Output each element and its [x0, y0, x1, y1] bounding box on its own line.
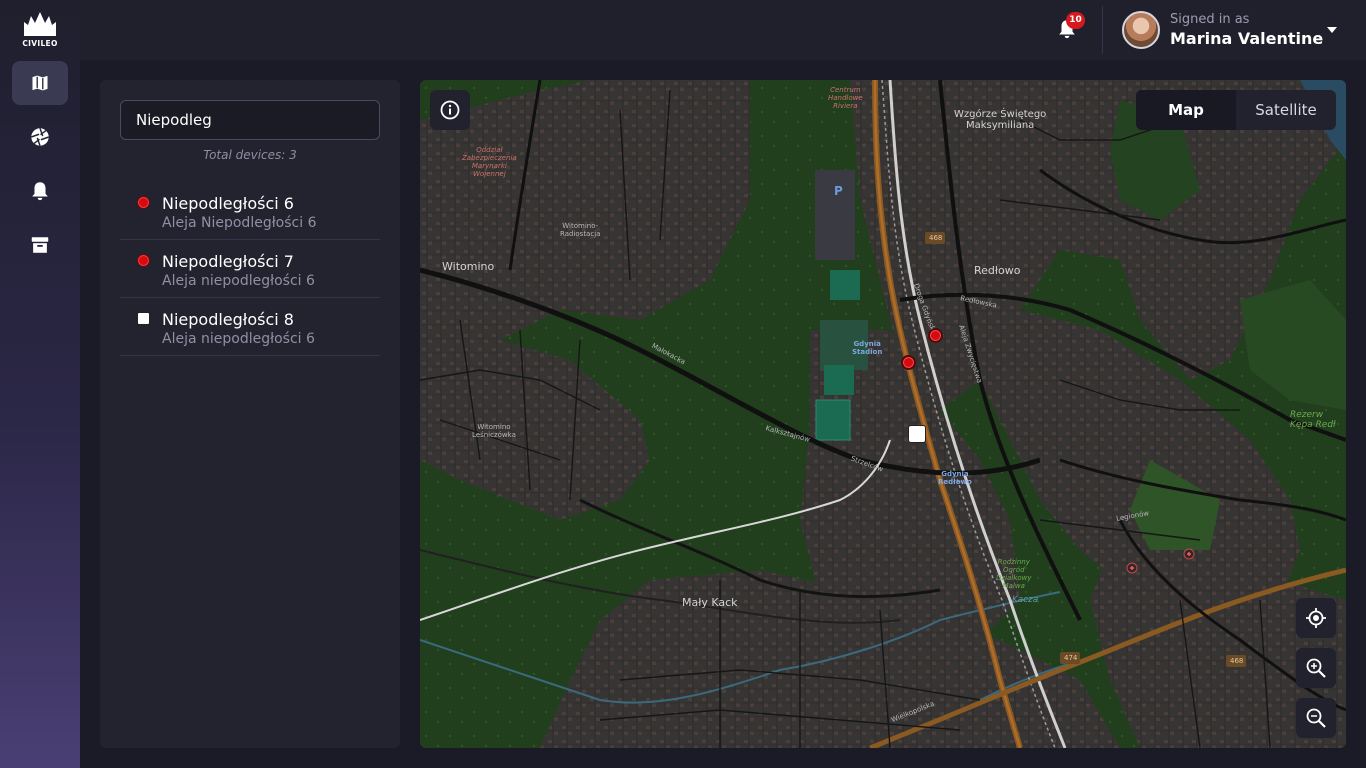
map-label-centrum: Centrum Handlowe Riviera [828, 86, 863, 110]
map-tiles[interactable] [420, 80, 1346, 748]
header-divider [1102, 6, 1103, 54]
device-name: Niepodległości 6 [162, 194, 294, 213]
my-location-button[interactable] [1296, 598, 1336, 638]
map-view[interactable]: Witomino Witomino- Radiostacja Witomino … [420, 80, 1346, 748]
parking-label: P [834, 184, 843, 198]
map-label-gdynia-redlowo: Gdynia Redłowo [938, 470, 972, 486]
total-devices-count: Total devices: 3 [203, 148, 297, 162]
device-address: Aleja niepodległości 6 [162, 273, 315, 289]
road-shield-474: 474 [1064, 654, 1078, 662]
map-label-oddzial: Oddział Zabezpieczenia Marynarki Wojenne… [462, 146, 517, 178]
device-list: Niepodległości 6 Aleja Niepodległości 6 … [120, 182, 380, 356]
notification-count-badge: 10 [1066, 12, 1085, 29]
logo-text: CIVILEO [22, 39, 58, 48]
user-avatar[interactable] [1122, 11, 1160, 49]
device-name: Niepodległości 7 [162, 252, 294, 271]
zoom-out-button[interactable] [1296, 698, 1336, 738]
sidebar-item-archive[interactable] [12, 223, 68, 267]
civileo-logo[interactable]: CIVILEO [18, 10, 62, 52]
map-label-witomino-lesniczowka: Witomino Leśniczówka [472, 423, 516, 439]
device-address: Aleja niepodległości 6 [162, 331, 315, 347]
chevron-down-icon[interactable] [1326, 25, 1338, 35]
map-label-redlowo: Redłowo [974, 264, 1021, 277]
road-shield-468b: 468 [1230, 657, 1244, 665]
sidebar-item-camera[interactable] [12, 115, 68, 159]
status-white-square-icon [137, 312, 150, 325]
device-item[interactable]: Niepodległości 6 Aleja Niepodległości 6 [120, 182, 380, 240]
map-label-witomino-radiostacja: Witomino- Radiostacja [560, 222, 601, 238]
map-icon [31, 73, 49, 93]
map-info-button[interactable] [430, 90, 470, 130]
sidebar-item-notifications[interactable] [12, 169, 68, 213]
sidebar-item-map[interactable] [12, 61, 68, 105]
device-search-input[interactable] [120, 100, 380, 140]
map-label-rezerwat: Rezerw Kępa Redł [1290, 410, 1336, 430]
status-red-dot-icon [137, 196, 150, 209]
bell-icon [32, 182, 48, 201]
signed-in-label: Signed in as [1170, 12, 1250, 27]
crosshair-location-icon [1306, 608, 1326, 628]
zoom-in-button[interactable] [1296, 648, 1336, 688]
map-marker-device-6[interactable] [928, 328, 943, 343]
archive-icon [31, 237, 49, 253]
castle-logo-icon [24, 12, 56, 36]
map-label-kacza: Kacza [1012, 595, 1039, 605]
top-header: 10 Signed in as Marina Valentine [80, 0, 1366, 60]
device-item[interactable]: Niepodległości 8 Aleja niepodległości 6 [120, 298, 380, 356]
map-label-witomino: Witomino [442, 260, 495, 273]
device-address: Aleja Niepodległości 6 [162, 215, 317, 231]
map-type-toggle: Map Satellite [1136, 90, 1336, 130]
road-shield-468: 468 [929, 234, 943, 242]
sidebar: CIVILEO [0, 0, 80, 768]
zoom-out-icon [1306, 708, 1326, 728]
map-label-maly-kack: Mały Kack [682, 596, 738, 609]
aperture-icon [31, 128, 49, 146]
info-icon [440, 100, 460, 120]
device-panel: Total devices: 3 Niepodległości 6 Aleja … [100, 80, 400, 748]
map-marker-device-8[interactable] [908, 425, 926, 443]
map-type-map-button[interactable]: Map [1136, 90, 1236, 130]
zoom-in-icon [1306, 658, 1326, 678]
map-label-wzgorze: Wzgórze Świętego Maksymiliana [954, 109, 1047, 131]
status-red-dot-icon [137, 254, 150, 267]
map-marker-device-7[interactable] [901, 355, 916, 370]
user-name[interactable]: Marina Valentine [1170, 29, 1323, 48]
map-label-gdynia-stadion: Gdynia Stadion [852, 340, 883, 356]
map-type-satellite-button[interactable]: Satellite [1236, 90, 1336, 130]
device-name: Niepodległości 8 [162, 310, 294, 329]
map-label-rodzinny: Rodzinny Ogród Działkowy Malwa [996, 558, 1032, 590]
device-item[interactable]: Niepodległości 7 Aleja niepodległości 6 [120, 240, 380, 298]
